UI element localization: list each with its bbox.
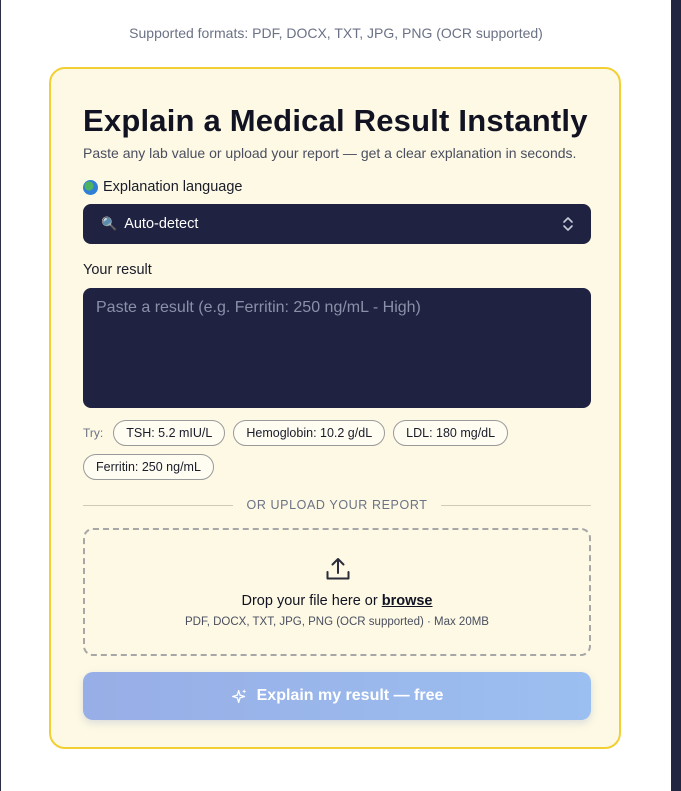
explain-submit-button[interactable]: Explain my result — free	[83, 672, 591, 720]
browse-link[interactable]: browse	[382, 593, 433, 609]
file-dropzone[interactable]: Drop your file here or browse PDF, DOCX,…	[83, 528, 591, 656]
right-scrollbar-track[interactable]	[671, 0, 681, 791]
sparkle-icon	[231, 688, 246, 703]
divider-text: OR UPLOAD YOUR REPORT	[246, 498, 428, 512]
result-label: Your result	[83, 262, 152, 278]
example-chip-hemoglobin[interactable]: Hemoglobin: 10.2 g/dL	[233, 420, 386, 446]
example-chip-ldl[interactable]: LDL: 180 mg/dL	[393, 420, 509, 446]
left-window-edge	[0, 0, 1, 791]
language-label: Explanation language	[83, 179, 242, 195]
page-title: Explain a Medical Result Instantly	[83, 103, 588, 138]
supported-formats-note: Supported formats: PDF, DOCX, TXT, JPG, …	[129, 25, 543, 41]
page-subtitle: Paste any lab value or upload your repor…	[83, 145, 577, 161]
chevron-up-down-icon	[563, 217, 573, 231]
drop-instruction: Drop your file here or	[241, 593, 382, 609]
globe-icon	[83, 179, 98, 195]
example-chip-ferritin[interactable]: Ferritin: 250 ng/mL	[83, 454, 214, 480]
language-select[interactable]: 🔍 Auto-detect	[83, 204, 591, 244]
try-label: Try:	[83, 426, 104, 440]
result-input[interactable]	[83, 288, 591, 408]
explain-result-card: Explain a Medical Result Instantly Paste…	[49, 67, 621, 749]
example-chip-tsh[interactable]: TSH: 5.2 mIU/L	[113, 420, 226, 446]
explain-submit-label: Explain my result — free	[256, 687, 444, 704]
divider-line-left	[83, 504, 233, 506]
upload-icon	[326, 558, 350, 580]
upload-formats: PDF, DOCX, TXT, JPG, PNG (OCR supported)…	[185, 616, 489, 628]
language-selected-value: Auto-detect	[124, 216, 199, 232]
divider-line-right	[441, 504, 591, 506]
example-chips: Try: TSH: 5.2 mIU/L Hemoglobin: 10.2 g/d…	[83, 420, 603, 480]
language-label-text: Explanation language	[103, 179, 243, 195]
drop-text: Drop your file here or browse	[85, 593, 589, 609]
upload-divider: OR UPLOAD YOUR REPORT	[83, 496, 591, 514]
magnifier-icon: 🔍	[101, 216, 118, 231]
